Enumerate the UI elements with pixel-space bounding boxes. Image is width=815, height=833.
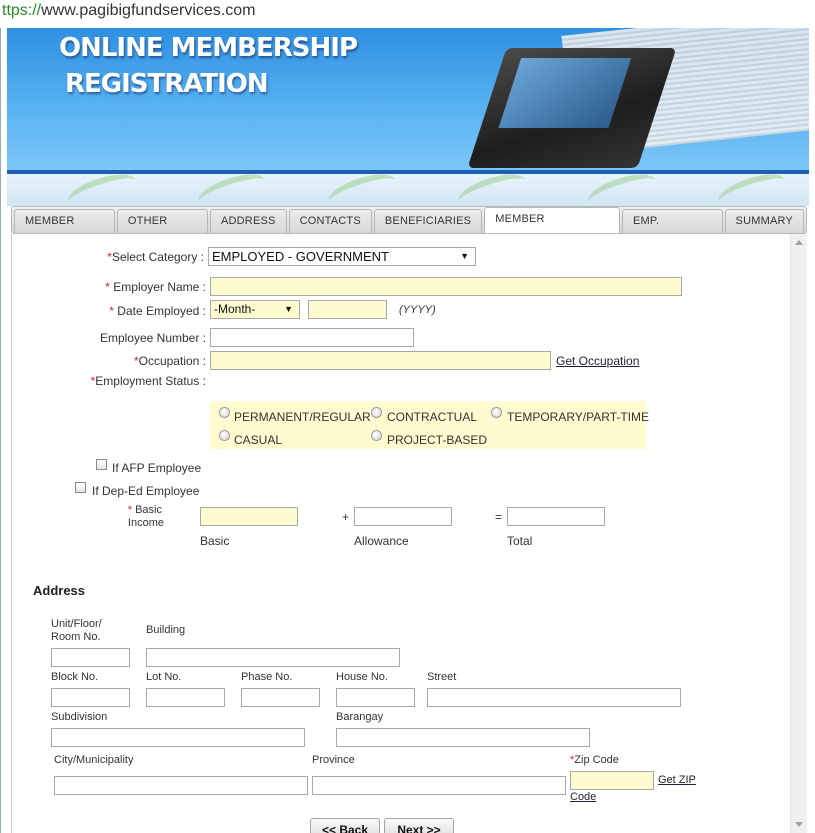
province-label: Province [312,754,355,766]
date-employed-label: * Date Employed : [109,304,206,318]
deped-employee-checkbox[interactable] [75,482,86,493]
url-scheme: ttps:// [2,2,42,19]
scroll-up-icon[interactable] [795,240,803,245]
radio-temporary[interactable] [491,407,502,418]
barangay-input[interactable] [336,728,590,747]
employee-number-input[interactable] [210,328,414,347]
banner-title-line1: ONLINE MEMBERSHIP [59,33,358,63]
employment-status-label: *Employment Status : [90,374,206,388]
tab-member-info[interactable]: MEMBER INFO [14,209,115,249]
block-no-input[interactable] [51,688,130,707]
zip-code-label: *Zip Code [570,754,619,766]
plus-sign: + [342,510,350,524]
afp-employee-label: If AFP Employee [112,461,202,475]
deped-employee-label: If Dep-Ed Employee [92,484,200,498]
banner-title: ONLINE MEMBERSHIP REGISTRATION [59,30,358,102]
street-input[interactable] [427,688,681,707]
unit-floor-room-input[interactable] [51,648,130,667]
unit-floor-room-label: Unit/Floor/ [51,618,102,630]
total-caption: Total [507,534,533,548]
year-employed-input[interactable] [308,300,387,319]
province-input[interactable] [312,776,566,795]
lot-no-input[interactable] [146,688,225,707]
tab-member-category[interactable]: MEMBER CATEGORY [484,207,620,247]
radio-contractual[interactable] [371,407,382,418]
back-button[interactable]: << Back [310,818,380,833]
radio-permanent-label: PERMANENT/REGULAR [234,410,371,424]
banner-title-line2: REGISTRATION [65,69,269,99]
block-no-label: Block No. [51,671,99,683]
tab-bar: MEMBER INFO OTHER INFO ADDRESS CONTACTS … [11,206,807,249]
occupation-label: *Occupation : [133,354,206,368]
url-host: www.pagibigfundservices.com [41,2,256,19]
employee-number-label: Employee Number : [99,331,206,345]
building-input[interactable] [146,648,400,667]
tab-other-info[interactable]: OTHER INFO [116,209,208,249]
vertical-scrollbar[interactable] [790,234,807,833]
allowance-caption: Allowance [354,534,409,548]
tab-beneficiaries[interactable]: BENEFICIARIES [373,209,483,233]
tab-contacts[interactable]: CONTACTS [288,209,372,233]
category-select[interactable]: EMPLOYED - GOVERNMENT ▼ [208,247,476,266]
employer-name-input[interactable] [210,277,682,296]
zip-code-input[interactable] [570,771,654,790]
laptop-graphic [467,48,677,168]
basic-income-label: * Basic [127,504,162,516]
subdivision-input[interactable] [51,728,305,747]
city-input[interactable] [54,776,308,795]
member-category-panel: *Select Category : EMPLOYED - GOVERNMENT… [11,234,807,833]
city-label: City/Municipality [54,754,134,766]
select-category-label: *Select Category : [107,250,204,264]
chevron-down-icon: ▼ [460,251,469,261]
basic-caption: Basic [200,534,230,548]
house-no-input[interactable] [336,688,415,707]
street-label: Street [427,671,457,683]
radio-casual[interactable] [219,430,230,441]
barangay-label: Barangay [336,711,384,723]
get-zip-code-link[interactable]: Get ZIP [658,774,696,786]
header-banner: ONLINE MEMBERSHIP REGISTRATION [7,28,809,170]
address-section-title: Address [33,583,86,598]
get-occupation-link[interactable]: Get Occupation [556,354,639,368]
page-frame: ONLINE MEMBERSHIP REGISTRATION MEMBER IN… [0,28,815,833]
radio-permanent[interactable] [219,407,230,418]
allowance-input[interactable] [354,507,452,526]
chevron-down-icon: ▼ [284,304,293,314]
tab-summary[interactable]: SUMMARY [724,209,804,233]
radio-casual-label: CASUAL [234,433,283,447]
decorative-strip [7,170,809,206]
tab-address[interactable]: ADDRESS [209,209,287,233]
house-no-label: House No. [336,671,388,683]
afp-employee-checkbox[interactable] [96,459,107,470]
scroll-down-icon[interactable] [795,822,803,827]
month-select[interactable]: -Month- ▼ [210,300,300,319]
get-zip-code-link-2[interactable]: Code [570,791,596,803]
phase-no-label: Phase No. [241,671,293,683]
building-label: Building [146,624,186,636]
radio-temporary-label: TEMPORARY/PART-TIME [507,410,650,424]
basic-income-label-2: Income [127,517,164,529]
employer-name-label: * Employer Name : [105,280,206,294]
total-income-input[interactable] [507,507,605,526]
occupation-input[interactable] [210,351,551,370]
phase-no-input[interactable] [241,688,320,707]
year-format-hint: (YYYY) [399,304,436,316]
radio-project-based-label: PROJECT-BASED [387,433,488,447]
equals-sign: = [495,510,503,524]
tab-emp-history[interactable]: EMP. HISTORY [622,209,723,249]
radio-contractual-label: CONTRACTUAL [387,410,478,424]
address-bar[interactable]: ttps://www.pagibigfundservices.com [0,0,815,28]
radio-project-based[interactable] [371,430,382,441]
unit-floor-room-label-2: Room No. [51,631,101,643]
lot-no-label: Lot No. [146,671,182,683]
subdivision-label: Subdivision [51,711,108,723]
next-button[interactable]: Next >> [384,818,454,833]
basic-income-input[interactable] [200,507,298,526]
